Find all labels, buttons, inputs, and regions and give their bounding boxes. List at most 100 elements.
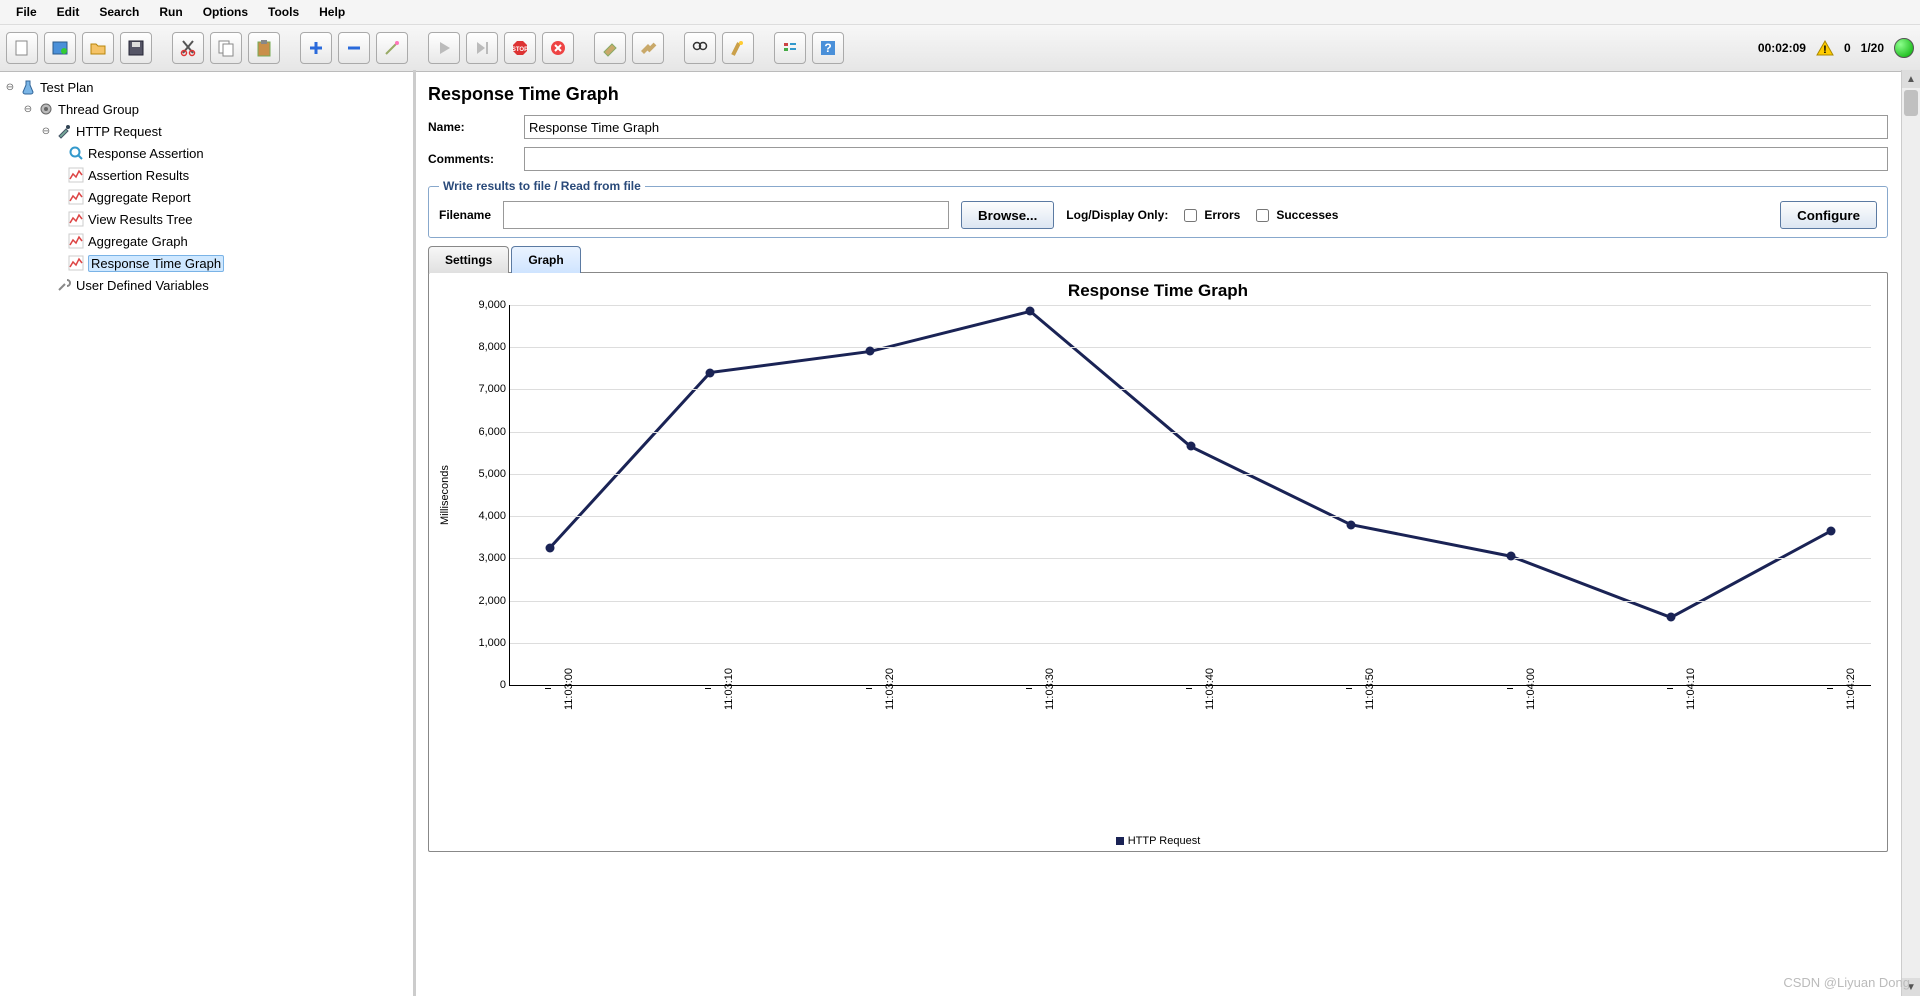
warning-icon[interactable]: ! [1816, 39, 1834, 57]
file-fieldset: Write results to file / Read from file F… [428, 179, 1888, 238]
tree-item-label: Assertion Results [88, 168, 189, 183]
data-point [1186, 442, 1195, 451]
collapse-icon[interactable] [338, 32, 370, 64]
chart-legend: HTTP Request [429, 835, 1887, 847]
tree-http-request[interactable]: HTTP Request [76, 124, 162, 139]
data-point [1506, 552, 1515, 561]
tree-item-label: Response Assertion [88, 146, 204, 161]
warning-count: 0 [1844, 41, 1851, 55]
chart-icon [68, 233, 84, 249]
successes-label: Successes [1276, 208, 1338, 222]
tab-settings[interactable]: Settings [428, 246, 509, 273]
data-point [1026, 307, 1035, 316]
ytick-label: 7,000 [470, 383, 506, 395]
shutdown-icon[interactable] [542, 32, 574, 64]
data-point [1346, 520, 1355, 529]
stop-icon[interactable]: STOP [504, 32, 536, 64]
reset-search-icon[interactable] [722, 32, 754, 64]
menu-options[interactable]: Options [193, 3, 258, 21]
chart-container: Response Time Graph Milliseconds 01,0002… [428, 272, 1888, 852]
xtick-label: 11:03:10 [709, 668, 735, 710]
ytick-label: 5,000 [470, 468, 506, 480]
data-point [1827, 526, 1836, 535]
tree-item[interactable]: Aggregate Graph [4, 230, 409, 252]
menu-file[interactable]: File [6, 3, 47, 21]
gear-icon [38, 101, 54, 117]
help-icon[interactable]: ? [812, 32, 844, 64]
filename-input[interactable] [503, 201, 949, 229]
data-point [866, 347, 875, 356]
ytick-label: 4,000 [470, 510, 506, 522]
tree-item[interactable]: Response Time Graph [4, 252, 409, 274]
tree-item-label: View Results Tree [88, 212, 193, 227]
open-icon[interactable] [82, 32, 114, 64]
filename-label: Filename [439, 208, 491, 222]
new-icon[interactable] [6, 32, 38, 64]
chart-icon [68, 167, 84, 183]
tree-item[interactable]: Assertion Results [4, 164, 409, 186]
logdisplay-label: Log/Display Only: [1066, 208, 1168, 222]
wrench-icon [56, 277, 72, 293]
tree-item-label: Aggregate Graph [88, 234, 188, 249]
configure-button[interactable]: Configure [1780, 201, 1877, 229]
tree-toggle[interactable]: ⊖ [22, 103, 34, 115]
successes-checkbox[interactable] [1256, 209, 1269, 222]
tree-panel[interactable]: ⊖ Test Plan ⊖ Thread Group ⊖ HTTP Reques… [0, 70, 416, 996]
tree-item-label: Response Time Graph [88, 255, 224, 272]
menu-search[interactable]: Search [89, 3, 149, 21]
tree-user-vars[interactable]: User Defined Variables [76, 278, 209, 293]
menubar: File Edit Search Run Options Tools Help [0, 0, 1920, 25]
cut-icon[interactable] [172, 32, 204, 64]
start-no-pause-icon[interactable] [466, 32, 498, 64]
tree-item[interactable]: View Results Tree [4, 208, 409, 230]
scroll-up-icon[interactable]: ▲ [1902, 70, 1920, 88]
menu-edit[interactable]: Edit [47, 3, 90, 21]
tree-test-plan[interactable]: Test Plan [40, 80, 93, 95]
templates-icon[interactable] [44, 32, 76, 64]
xtick-label: 11:03:00 [549, 668, 575, 710]
expand-icon[interactable] [300, 32, 332, 64]
tab-graph[interactable]: Graph [511, 246, 580, 273]
running-indicator-icon [1894, 38, 1914, 58]
menu-tools[interactable]: Tools [258, 3, 309, 21]
comments-label: Comments: [428, 152, 516, 166]
clear-icon[interactable] [594, 32, 626, 64]
tree-toggle[interactable]: ⊖ [4, 81, 16, 93]
errors-checkbox[interactable] [1184, 209, 1197, 222]
chart-icon [68, 189, 84, 205]
menu-help[interactable]: Help [309, 3, 355, 21]
ytick-label: 3,000 [470, 552, 506, 564]
save-icon[interactable] [120, 32, 152, 64]
legend-swatch-icon [1116, 837, 1124, 845]
name-input[interactable] [524, 115, 1888, 139]
xtick-label: 11:04:10 [1671, 668, 1697, 710]
tree-item[interactable]: Response Assertion [4, 142, 409, 164]
ytick-label: 0 [470, 679, 506, 691]
copy-icon[interactable] [210, 32, 242, 64]
xtick-label: 11:04:00 [1511, 668, 1537, 710]
comments-input[interactable] [524, 147, 1888, 171]
browse-button[interactable]: Browse... [961, 201, 1054, 229]
tree-thread-group[interactable]: Thread Group [58, 102, 139, 117]
name-label: Name: [428, 120, 516, 134]
clear-all-icon[interactable] [632, 32, 664, 64]
chart-icon [68, 211, 84, 227]
start-icon[interactable] [428, 32, 460, 64]
dropper-icon [56, 123, 72, 139]
tree-item[interactable]: Aggregate Report [4, 186, 409, 208]
chart-ylabel: Milliseconds [439, 465, 451, 525]
thread-count: 1/20 [1861, 41, 1884, 55]
tree-item-label: Aggregate Report [88, 190, 191, 205]
menu-run[interactable]: Run [149, 3, 192, 21]
scrollbar-thumb[interactable] [1904, 90, 1918, 116]
vertical-scrollbar[interactable]: ▲ ▼ [1901, 70, 1920, 996]
data-point [545, 543, 554, 552]
tree-toggle[interactable]: ⊖ [40, 125, 52, 137]
paste-icon[interactable] [248, 32, 280, 64]
toggle-icon[interactable] [376, 32, 408, 64]
function-helper-icon[interactable] [774, 32, 806, 64]
chart-title: Response Time Graph [435, 281, 1881, 301]
search-icon[interactable] [684, 32, 716, 64]
panel-heading: Response Time Graph [428, 84, 1888, 105]
ytick-label: 6,000 [470, 426, 506, 438]
